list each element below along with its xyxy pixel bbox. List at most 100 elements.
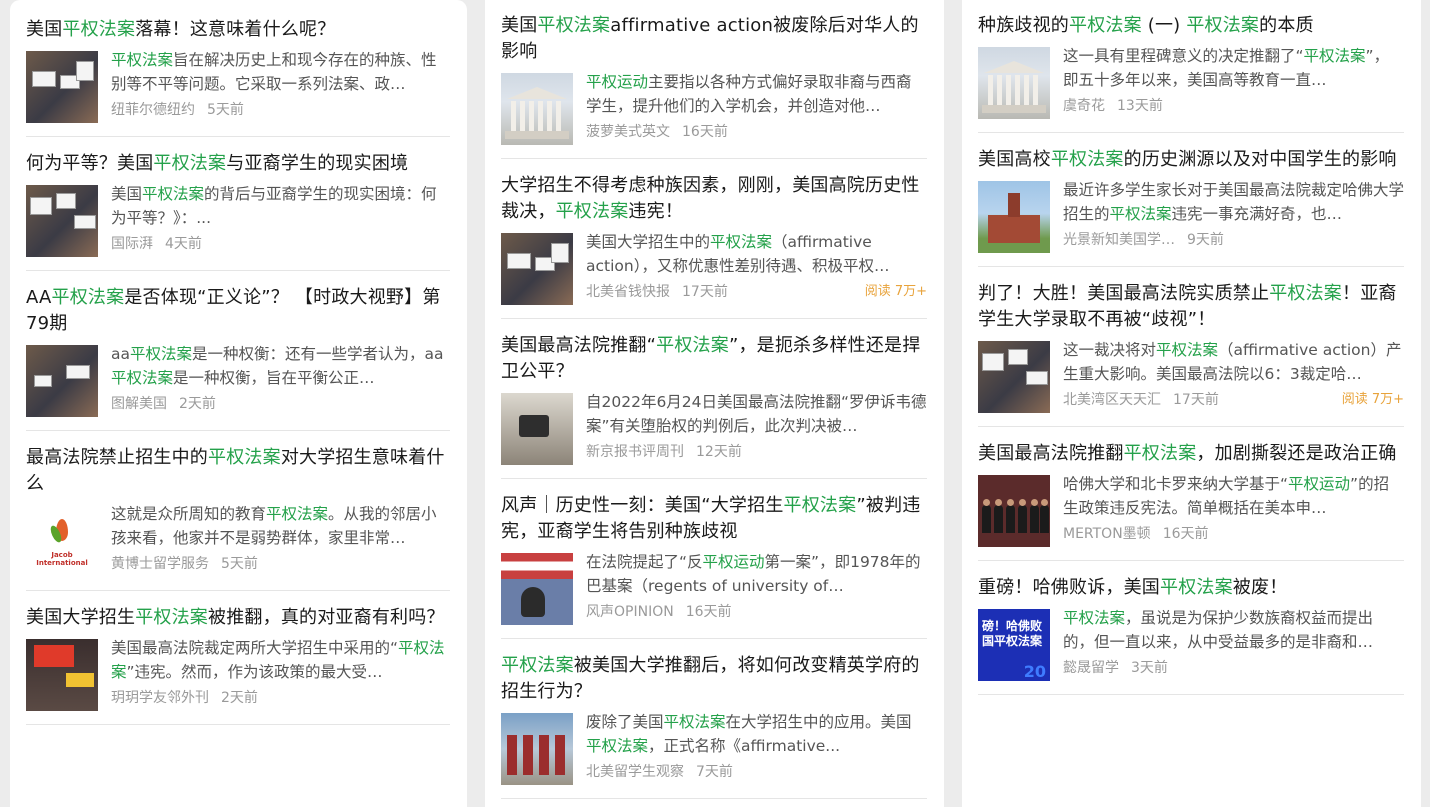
thumb-shape	[529, 101, 534, 131]
thumb-shape	[538, 101, 543, 131]
meta-left: 玥玥学友邻外刊 2天前	[111, 688, 258, 708]
thumb-shape	[521, 587, 545, 617]
text-segment: 违宪一事充满好奇，也…	[1171, 204, 1343, 223]
thumb-shape	[66, 673, 94, 687]
text-segment: 美国大学招生	[26, 607, 136, 628]
article-title[interactable]: 美国高校平权法案的历史渊源以及对中国学生的影响	[978, 147, 1404, 173]
article-body-row: 废除了美国平权法案在大学招生中的应用。美国平权法案，正式名称《affirmati…	[501, 711, 927, 785]
article-title[interactable]: 平权法案被美国大学推翻后，将如何改变精英学府的招生行为？	[501, 653, 927, 705]
article-body-row: 最近许多学生家长对于美国最高法院裁定哈佛大学招生的平权法案违宪一事充满好奇，也……	[978, 179, 1404, 253]
source-name[interactable]: 玥玥学友邻外刊	[111, 690, 209, 706]
article-title[interactable]: 美国最高法院推翻平权法案，加剧撕裂还是政治正确	[978, 441, 1404, 467]
article-card[interactable]: 风声｜历史性一刻：美国“大学招生平权法案”被判违宪，亚裔学生将告别种族歧视在法院…	[501, 479, 927, 639]
article-thumbnail[interactable]	[26, 345, 98, 417]
meta-left: 虞奇花 13天前	[1063, 96, 1163, 116]
article-thumbnail[interactable]	[978, 181, 1050, 253]
keyword-highlight: 平权法案	[1123, 443, 1197, 464]
article-card[interactable]: 美国平权法案落幕！这意味着什么呢？ 平权法案旨在解决历史上和现今存在的种族、性别等…	[26, 4, 450, 137]
article-body-row: 平权运动主要指以各种方式偏好录取非裔与西裔学生，提升他们的入学机会，并创造对他……	[501, 71, 927, 145]
article-title[interactable]: 风声｜历史性一刻：美国“大学招生平权法案”被判违宪，亚裔学生将告别种族歧视	[501, 493, 927, 545]
article-thumbnail[interactable]	[501, 713, 573, 785]
article-title[interactable]: 美国最高法院推翻“平权法案”，是扼杀多样性还是捍卫公平？	[501, 333, 927, 385]
article-thumbnail[interactable]	[501, 233, 573, 305]
source-name[interactable]: 虞奇花	[1063, 98, 1105, 114]
article-thumbnail[interactable]: 磅！哈佛败 国平权法案 20	[978, 609, 1050, 681]
publish-time: 2天前	[179, 396, 216, 412]
article-title[interactable]: 种族歧视的平权法案 (一) 平权法案的本质	[978, 13, 1404, 39]
article-thumbnail[interactable]	[501, 553, 573, 625]
article-body: 美国大学招生中的平权法案（affirmative action），又称优惠性差别…	[586, 231, 927, 302]
source-name[interactable]: 风声OPINION	[586, 604, 674, 620]
article-title[interactable]: 最高法院禁止招生中的平权法案对大学招生意味着什么	[26, 445, 450, 497]
text-segment: 的本质	[1259, 15, 1314, 36]
publish-time: 5天前	[221, 556, 258, 572]
article-title[interactable]: 判了！大胜！美国最高法院实质禁止平权法案！亚裔学生大学录取不再被“歧视”！	[978, 281, 1404, 333]
meta-left: 懿晟留学 3天前	[1063, 658, 1168, 678]
source-name[interactable]: 国际湃	[111, 236, 153, 252]
source-name[interactable]: 北美留学生观察	[586, 764, 684, 780]
article-card[interactable]: 种族歧视的平权法案 (一) 平权法案的本质 这一具有里程碑意义的决定推翻了“平权法…	[978, 0, 1404, 133]
source-name[interactable]: 新京报书评周刊	[586, 444, 684, 460]
text-segment: 在法院提起了“反	[586, 553, 703, 571]
article-body: aa平权法案是一种权衡：还有一些学者认为，aa平权法案是一种权衡，旨在平衡公正……	[111, 343, 450, 414]
keyword-highlight: 平权法案	[51, 287, 125, 308]
article-card[interactable]: 美国大学招生平权法案被推翻，真的对亚裔有利吗？ 美国最高法院裁定两所大学招生中采用…	[26, 591, 450, 725]
article-title[interactable]: 大学招生不得考虑种族因素，刚刚，美国高院历史性裁决，平权法案违宪！	[501, 173, 927, 225]
article-thumbnail[interactable]	[978, 475, 1050, 547]
article-title[interactable]: 重磅！哈佛败诉，美国平权法案被废！	[978, 575, 1404, 601]
article-title[interactable]: 美国大学招生平权法案被推翻，真的对亚裔有利吗？	[26, 605, 450, 631]
article-thumbnail[interactable]	[501, 393, 573, 465]
read-count: 阅读 7万+	[1341, 392, 1404, 407]
thumb-shape	[556, 101, 561, 131]
article-card[interactable]: 何为平等？美国平权法案与亚裔学生的现实困境 美国平权法案的背后与亚裔学生的现实困境…	[26, 137, 450, 271]
article-thumbnail[interactable]: Jacob International	[26, 505, 98, 577]
meta-left: 风声OPINION 16天前	[586, 602, 732, 622]
text-segment: 美国大学招生中的	[586, 233, 711, 251]
article-title[interactable]: AA平权法案是否体现“正义论”？ 【时政大视野】第79期	[26, 285, 450, 337]
source-name[interactable]: 菠萝美式英文	[586, 124, 670, 140]
article-title[interactable]: 何为平等？美国平权法案与亚裔学生的现实困境	[26, 151, 450, 177]
source-name[interactable]: 北美省钱快报	[586, 284, 670, 300]
article-card[interactable]: AA平权法案是否体现“正义论”？ 【时政大视野】第79期 aa平权法案是一种权衡：…	[26, 271, 450, 431]
article-card[interactable]: 重磅！哈佛败诉，美国平权法案被废！ 磅！哈佛败 国平权法案 20 平权法案，虽说是为保…	[978, 561, 1404, 695]
article-card[interactable]: 平权法案被美国大学推翻后，将如何改变精英学府的招生行为？ 废除了美国平权法案在大学…	[501, 639, 927, 799]
text-segment: 违宪！	[628, 201, 684, 222]
article-card[interactable]: 美国高校平权法案的历史渊源以及对中国学生的影响最近许多学生家长对于美国最高法院裁…	[978, 133, 1404, 267]
keyword-highlight: 平权法案	[153, 153, 227, 174]
article-thumbnail[interactable]	[26, 639, 98, 711]
thumb-shape	[988, 75, 993, 105]
publish-time: 13天前	[1117, 98, 1163, 114]
article-body: 废除了美国平权法案在大学招生中的应用。美国平权法案，正式名称《affirmati…	[586, 711, 927, 782]
keyword-highlight: 平权法案	[537, 15, 611, 36]
article-body-row: 平权法案旨在解决历史上和现今存在的种族、性别等不平等问题。它采取一系列法案、政……	[26, 49, 450, 123]
text-segment: 美国高校	[978, 149, 1051, 170]
thumb-shape	[1015, 75, 1020, 105]
article-card[interactable]: 大学招生不得考虑种族因素，刚刚，美国高院历史性裁决，平权法案违宪！ 美国大学招生中…	[501, 159, 927, 319]
article-snippet: 在法院提起了“反平权运动第一案”，即1978年的巴基案（regents of u…	[586, 551, 927, 598]
source-name[interactable]: 纽菲尔德纽约	[111, 102, 195, 118]
source-name[interactable]: 北美湾区天天汇	[1063, 392, 1161, 408]
article-card[interactable]: 判了！大胜！美国最高法院实质禁止平权法案！亚裔学生大学录取不再被“歧视”！ 这一裁…	[978, 267, 1404, 427]
article-card[interactable]: 最高法院禁止招生中的平权法案对大学招生意味着什么 Jacob Internatio…	[26, 431, 450, 591]
results-column-3: 种族歧视的平权法案 (一) 平权法案的本质 这一具有里程碑意义的决定推翻了“平权法…	[962, 0, 1421, 807]
source-name[interactable]: 懿晟留学	[1063, 660, 1119, 676]
article-thumbnail[interactable]	[978, 341, 1050, 413]
text-segment: 在大学招生中的应用。美国	[725, 713, 912, 731]
article-title[interactable]: 美国平权法案affirmative action被废除后对华人的影响	[501, 13, 927, 65]
source-name[interactable]: 光景新知美国学…	[1063, 232, 1175, 248]
publish-time: 2天前	[221, 690, 258, 706]
source-name[interactable]: 图解美国	[111, 396, 167, 412]
article-body-row: 在法院提起了“反平权运动第一案”，即1978年的巴基案（regents of u…	[501, 551, 927, 625]
article-thumbnail[interactable]	[26, 51, 98, 123]
article-card[interactable]: 美国最高法院推翻“平权法案”，是扼杀多样性还是捍卫公平？ 自2022年6月24日美…	[501, 319, 927, 479]
source-name[interactable]: MERTON墨顿	[1063, 526, 1151, 542]
source-name[interactable]: 黄博士留学服务	[111, 556, 209, 572]
article-thumbnail[interactable]	[501, 73, 573, 145]
results-column-1: 美国平权法案落幕！这意味着什么呢？ 平权法案旨在解决历史上和现今存在的种族、性别等…	[10, 0, 467, 807]
article-thumbnail[interactable]	[26, 185, 98, 257]
thumb-shape	[507, 735, 517, 775]
article-thumbnail[interactable]	[978, 47, 1050, 119]
article-card[interactable]: 美国最高法院推翻平权法案，加剧撕裂还是政治正确 哈佛大学和北卡罗来纳大学基于“平权…	[978, 427, 1404, 561]
article-card[interactable]: 美国平权法案affirmative action被废除后对华人的影响平权运动主要…	[501, 0, 927, 159]
article-title[interactable]: 美国平权法案落幕！这意味着什么呢？	[26, 17, 450, 43]
